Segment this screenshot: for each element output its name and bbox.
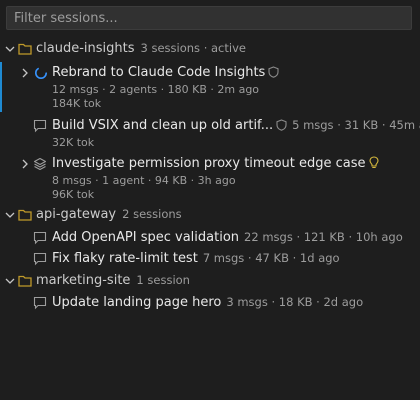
session-stats: 5 msgs · 31 KB · 45m ago	[292, 118, 420, 132]
project-name: claude-insights	[36, 41, 135, 56]
session-stats: 3 msgs · 18 KB · 2d ago	[226, 295, 364, 309]
session-title: Add OpenAPI spec validation	[52, 230, 240, 245]
folder-icon	[18, 43, 32, 55]
chevron-down-icon[interactable]	[4, 275, 16, 287]
layers-icon	[33, 157, 47, 171]
spinner-icon	[35, 67, 47, 79]
session-title: Fix flaky rate-limit test	[52, 251, 198, 266]
chat-icon	[33, 296, 47, 310]
chat-icon	[33, 252, 47, 266]
project-name: marketing-site	[36, 273, 131, 288]
session-stats: 12 msgs · 2 agents · 180 KB · 2m ago	[52, 83, 260, 96]
chat-icon	[33, 119, 47, 133]
session-item[interactable]: Investigate permission proxy timeout edg…	[0, 155, 420, 203]
session-item[interactable]: Add OpenAPI spec validation 22 msgs · 121…	[0, 229, 420, 247]
chevron-down-icon[interactable]	[4, 43, 16, 55]
chat-icon	[33, 231, 47, 245]
token-count: 32K tok	[52, 136, 95, 149]
folder-icon	[18, 209, 32, 221]
project-row-marketing-site[interactable]: marketing-site 1 session	[0, 272, 420, 290]
project-name: api-gateway	[36, 207, 117, 222]
session-title: Rebrand to Claude Code Insights	[52, 65, 266, 80]
token-count: 184K tok	[52, 97, 102, 110]
session-item[interactable]: Update landing page hero 3 msgs · 18 KB ·…	[0, 294, 420, 312]
session-item[interactable]: Fix flaky rate-limit test 7 msgs · 47 KB …	[0, 250, 420, 268]
chevron-down-icon[interactable]	[4, 209, 16, 221]
lightbulb-icon	[368, 156, 379, 169]
project-meta: 1 session	[136, 273, 190, 287]
session-stats: 22 msgs · 121 KB · 10h ago	[244, 230, 403, 244]
session-item[interactable]: Rebrand to Claude Code Insights 12 msgs …	[0, 64, 420, 112]
folder-icon	[18, 275, 32, 287]
session-title: Update landing page hero	[52, 295, 222, 310]
project-row-claude-insights[interactable]: claude-insights 3 sessions · active	[0, 40, 420, 58]
search-input[interactable]	[6, 6, 412, 30]
session-item[interactable]: Build VSIX and clean up old artif... 5 ms…	[0, 117, 420, 151]
shield-icon	[276, 119, 287, 131]
chevron-right-icon[interactable]	[19, 67, 31, 79]
project-meta: 3 sessions · active	[140, 41, 246, 55]
project-row-api-gateway[interactable]: api-gateway 2 sessions	[0, 206, 420, 224]
session-title: Build VSIX and clean up old artif...	[52, 118, 274, 133]
shield-icon	[268, 66, 279, 78]
token-count: 96K tok	[52, 188, 95, 201]
chevron-right-icon[interactable]	[19, 158, 31, 170]
session-stats: 8 msgs · 1 agent · 94 KB · 3h ago	[52, 174, 236, 187]
project-meta: 2 sessions	[122, 207, 182, 221]
session-stats: 7 msgs · 47 KB · 1d ago	[202, 251, 340, 265]
session-title: Investigate permission proxy timeout edg…	[52, 156, 366, 171]
